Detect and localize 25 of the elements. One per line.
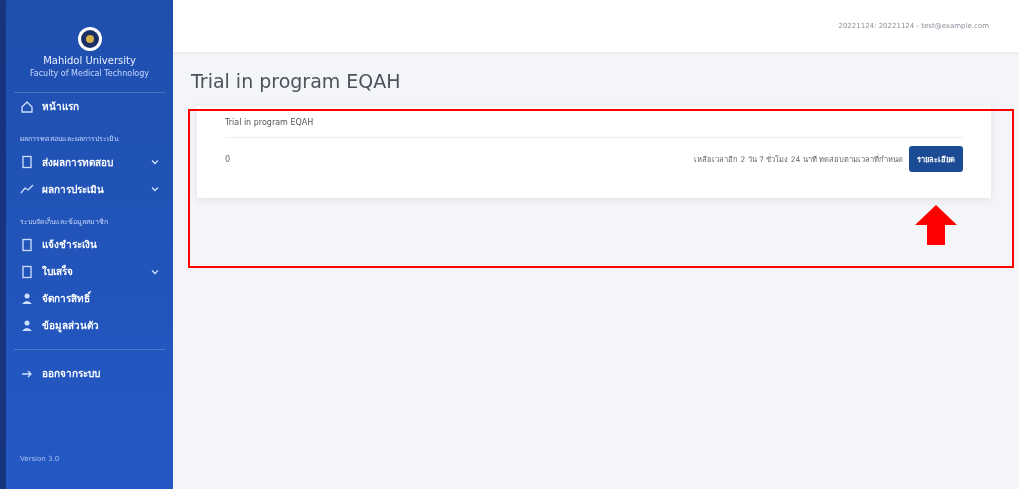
- sidebar-item[interactable]: ใบเสร็จ: [6, 258, 173, 285]
- sidebar-item[interactable]: ข้อมูลส่วนตัว: [6, 312, 173, 339]
- line-chart-icon: [20, 182, 34, 196]
- sidebar-item[interactable]: จัดการสิทธิ์: [6, 285, 173, 312]
- home-icon: [20, 99, 34, 114]
- sidebar-item[interactable]: ส่งผลการทดสอบ: [6, 148, 173, 176]
- up-arrow-icon: [915, 205, 957, 245]
- sidebar-item[interactable]: แจ้งชำระเงิน: [6, 231, 173, 258]
- sidebar-item[interactable]: หน้าแรก: [6, 93, 173, 120]
- document-icon: [20, 264, 34, 279]
- page-title: Trial in program EQAH: [191, 70, 402, 92]
- brand-subtitle: Faculty of Medical Technology: [29, 69, 150, 78]
- user-icon: [20, 291, 34, 306]
- sidebar-item[interactable]: ออกจากระบบ: [6, 360, 173, 387]
- seal-logo: [76, 26, 103, 52]
- document-icon: [20, 155, 34, 169]
- user-icon: [20, 318, 34, 333]
- sidebar-item[interactable]: ผลการประเมิน: [6, 175, 173, 203]
- document-icon: [20, 237, 34, 252]
- brand-title: Mahidol University: [43, 55, 136, 66]
- row-number: 0: [225, 154, 232, 164]
- caret-icon: [151, 158, 159, 166]
- card-title: Trial in program EQAH: [225, 118, 963, 138]
- caret-icon: [151, 267, 159, 276]
- caret-icon: [151, 185, 159, 193]
